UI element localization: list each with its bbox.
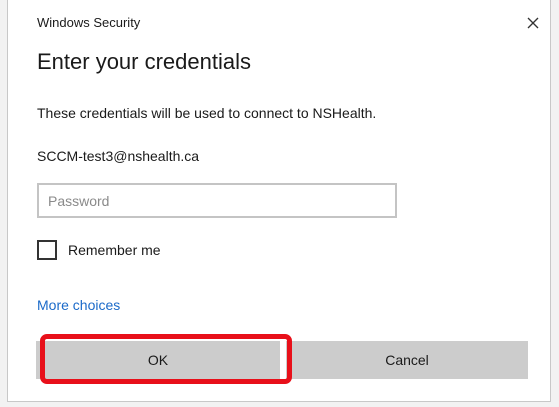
remember-me-checkbox[interactable] [37, 240, 57, 260]
remember-me-row[interactable]: Remember me [37, 240, 161, 260]
username-label: SCCM-test3@nshealth.ca [37, 148, 200, 164]
ok-button[interactable]: OK [36, 341, 280, 379]
more-choices-link[interactable]: More choices [37, 297, 120, 313]
password-input[interactable] [37, 183, 397, 218]
close-icon [527, 17, 539, 29]
dialog-description: These credentials will be used to connec… [37, 105, 377, 121]
dialog-heading: Enter your credentials [37, 49, 251, 74]
close-button[interactable] [520, 10, 546, 36]
credentials-dialog: Windows Security Enter your credentials … [7, 0, 551, 402]
window-title: Windows Security [37, 15, 141, 30]
cancel-button[interactable]: Cancel [286, 341, 528, 379]
remember-me-label: Remember me [68, 242, 161, 258]
